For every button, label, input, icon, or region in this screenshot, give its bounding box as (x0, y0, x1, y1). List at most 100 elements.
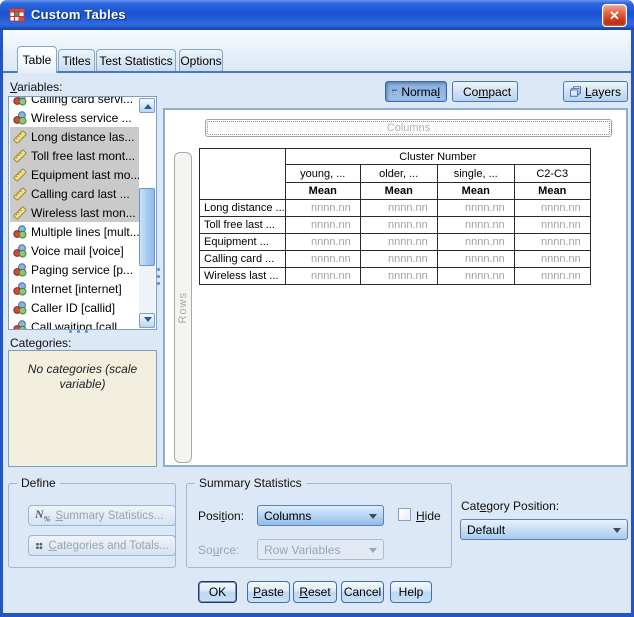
list-item[interactable]: Multiple lines [mult... (10, 222, 139, 241)
nominal-variable-icon (13, 244, 27, 258)
cell-value: nnnn.nn (360, 200, 437, 217)
cell-value: nnnn.nn (437, 268, 514, 285)
cancel-button[interactable]: Cancel (341, 581, 384, 603)
column-header[interactable]: single, ... (437, 165, 514, 183)
category-position-select[interactable]: Default (460, 519, 628, 540)
column-header[interactable]: C2-C3 (514, 165, 590, 183)
row-label[interactable]: Toll free last ... (200, 217, 286, 234)
close-icon[interactable]: ✕ (602, 4, 627, 27)
layers-icon (570, 85, 581, 98)
list-item[interactable]: Paging service [p... (10, 260, 139, 279)
cell-value: nnnn.nn (285, 268, 360, 285)
row-label[interactable]: Long distance ... (200, 200, 286, 217)
horizontal-splitter-handle[interactable] (69, 329, 99, 334)
list-item[interactable]: Wireless service ... (10, 108, 139, 127)
compact-view-button[interactable]: Compact (452, 81, 518, 102)
reset-button[interactable]: Reset (293, 581, 337, 603)
cell-value: nnnn.nn (514, 251, 590, 268)
column-header[interactable]: young, ... (285, 165, 360, 183)
column-header[interactable]: older, ... (360, 165, 437, 183)
list-item[interactable]: Toll free last mont... (10, 146, 139, 165)
cell-value: nnnn.nn (514, 217, 590, 234)
custom-tables-dialog: Custom Tables ✕ Table Titles Test Statis… (0, 0, 634, 617)
scroll-up-icon[interactable] (139, 98, 155, 113)
list-item[interactable]: Calling card last ... (10, 184, 139, 203)
summary-statistics-group-label: Summary Statistics (195, 476, 306, 490)
preview-table[interactable]: Cluster Number young, ... older, ... sin… (199, 148, 591, 285)
variables-label: Variables: (10, 80, 62, 94)
position-select[interactable]: Columns (257, 505, 384, 526)
tab-panel-border (3, 71, 631, 73)
cell-value: nnnn.nn (437, 200, 514, 217)
tab-options[interactable]: Options (179, 49, 223, 72)
table-row: Long distance ... nnnn.nn nnnn.nn nnnn.n… (200, 200, 591, 217)
column-group-header[interactable]: Cluster Number (285, 149, 590, 165)
row-label[interactable]: Calling card ... (200, 251, 286, 268)
vertical-splitter-handle[interactable] (156, 268, 161, 294)
scroll-track[interactable] (139, 113, 155, 188)
list-item[interactable]: Long distance las... (10, 127, 139, 146)
cell-value: nnnn.nn (514, 234, 590, 251)
normal-view-button[interactable]: Normal (385, 81, 447, 102)
table-row: Equipment ... nnnn.nn nnnn.nn nnnn.nn nn… (200, 234, 591, 251)
cell-value: nnnn.nn (285, 234, 360, 251)
paste-button[interactable]: Paste (247, 581, 290, 603)
normal-table-icon (392, 86, 397, 98)
cell-value: nnnn.nn (437, 251, 514, 268)
list-item[interactable]: Equipment last mo... (10, 165, 139, 184)
cell-value: nnnn.nn (285, 251, 360, 268)
cell-value: nnnn.nn (360, 268, 437, 285)
nominal-variable-icon (13, 111, 27, 125)
list-item[interactable]: Internet [internet] (10, 279, 139, 298)
nominal-variable-icon (13, 263, 27, 277)
list-item[interactable]: Calling card servi... (10, 96, 139, 108)
category-dots-icon (35, 540, 43, 552)
position-label: Position: (198, 509, 244, 523)
ok-button[interactable]: OK (198, 581, 237, 603)
statistic-header[interactable]: Mean (285, 183, 360, 200)
list-item[interactable]: Caller ID [callid] (10, 298, 139, 317)
summary-statistics-button[interactable]: N% Summary Statistics... (28, 505, 176, 526)
category-position-label: Category Position: (461, 499, 559, 513)
columns-dropzone[interactable]: Columns (205, 119, 612, 137)
cell-value: nnnn.nn (514, 268, 590, 285)
nominal-variable-icon (13, 282, 27, 296)
chevron-down-icon (369, 514, 377, 519)
variables-list[interactable]: Calling card servi... Wireless service .… (8, 96, 157, 330)
statistic-header[interactable]: Mean (514, 183, 590, 200)
help-button[interactable]: Help (390, 581, 432, 603)
statistic-header[interactable]: Mean (437, 183, 514, 200)
row-label[interactable]: Equipment ... (200, 234, 286, 251)
chevron-down-icon (369, 548, 377, 553)
scroll-thumb[interactable] (139, 188, 155, 266)
tab-titles[interactable]: Titles (58, 49, 95, 72)
nominal-variable-icon (13, 301, 27, 315)
cell-value: nnnn.nn (360, 217, 437, 234)
hide-checkbox[interactable] (398, 508, 411, 521)
categories-and-totals-button[interactable]: Categories and Totals... (28, 535, 176, 556)
nominal-variable-icon (13, 96, 27, 106)
hide-label: Hide (416, 509, 441, 523)
statistic-header[interactable]: Mean (360, 183, 437, 200)
table-row: Wireless last ... nnnn.nn nnnn.nn nnnn.n… (200, 268, 591, 285)
list-item[interactable]: Voice mail [voice] (10, 241, 139, 260)
layers-button[interactable]: Layers (563, 81, 628, 102)
list-item[interactable]: Wireless last mon... (10, 203, 139, 222)
stub-corner-cell (200, 149, 286, 200)
categories-list: No categories (scale variable) (8, 350, 157, 467)
rows-dropzone[interactable]: Rows (174, 152, 192, 463)
source-label: Source: (198, 543, 239, 557)
cell-value: nnnn.nn (285, 200, 360, 217)
tab-table[interactable]: Table (17, 46, 57, 73)
scroll-down-icon[interactable] (139, 313, 155, 328)
tab-test-statistics[interactable]: Test Statistics (96, 49, 176, 72)
variables-scrollbar[interactable] (139, 98, 155, 328)
table-builder-canvas[interactable]: Columns Rows Cluster Number young, ... o… (163, 108, 628, 467)
define-group-label: Define (17, 476, 60, 490)
chevron-down-icon (613, 528, 621, 533)
scale-variable-icon (13, 187, 27, 201)
cell-value: nnnn.nn (437, 217, 514, 234)
title-bar[interactable]: Custom Tables ✕ (0, 0, 634, 30)
row-label[interactable]: Wireless last ... (200, 268, 286, 285)
scale-variable-icon (13, 149, 27, 163)
